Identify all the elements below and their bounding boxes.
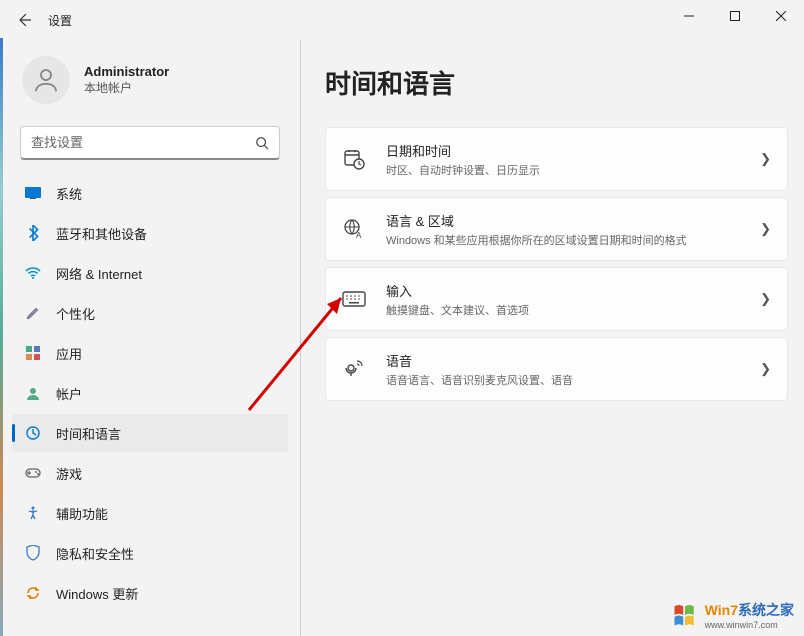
sidebar-item-personalization[interactable]: 个性化: [12, 294, 288, 332]
sidebar-item-accessibility[interactable]: 辅助功能: [12, 494, 288, 532]
sidebar-item-accounts[interactable]: 帐户: [12, 374, 288, 412]
update-icon: [24, 584, 42, 602]
sidebar-item-label: 个性化: [56, 304, 95, 323]
sidebar-item-label: 游戏: [56, 464, 82, 483]
sidebar-item-label: Windows 更新: [56, 584, 138, 603]
card-title: 语言 & 区域: [386, 211, 740, 230]
sidebar-item-apps[interactable]: 应用: [12, 334, 288, 372]
account-icon: [24, 384, 42, 402]
page-title: 时间和语言: [325, 64, 788, 101]
sidebar-item-label: 时间和语言: [56, 424, 121, 443]
microphone-icon: [342, 357, 366, 381]
sidebar-item-privacy[interactable]: 隐私和安全性: [12, 534, 288, 572]
sidebar-item-network[interactable]: 网络 & Internet: [12, 254, 288, 292]
card-title: 语音: [386, 351, 740, 370]
app-title: 设置: [48, 12, 72, 29]
brush-icon: [24, 304, 42, 322]
chevron-right-icon: ❯: [760, 361, 771, 377]
sidebar-item-label: 帐户: [56, 384, 82, 403]
accessibility-icon: [24, 504, 42, 522]
search-input[interactable]: [31, 135, 255, 150]
windows-logo-icon: [671, 601, 699, 629]
maximize-icon: [730, 11, 740, 21]
watermark-brand-suffix: 系统之家: [738, 602, 794, 618]
card-subtitle: Windows 和某些应用根据你所在的区域设置日期和时间的格式: [386, 232, 740, 248]
close-icon: [776, 11, 786, 21]
globe-language-icon: A: [342, 217, 366, 241]
chevron-right-icon: ❯: [760, 291, 771, 307]
user-name: Administrator: [84, 64, 169, 79]
minimize-icon: [684, 11, 694, 21]
user-block[interactable]: Administrator 本地帐户: [6, 40, 294, 120]
back-button[interactable]: [8, 4, 40, 36]
sidebar-item-label: 蓝牙和其他设备: [56, 224, 147, 243]
card-subtitle: 语音语言、语音识别麦克风设置、语音: [386, 372, 740, 388]
sidebar-item-label: 辅助功能: [56, 504, 108, 523]
display-icon: [24, 184, 42, 202]
card-subtitle: 触摸键盘、文本建议、首选项: [386, 302, 740, 318]
sidebar: Administrator 本地帐户 系统: [0, 40, 300, 636]
left-edge-strip: [0, 38, 3, 636]
chevron-right-icon: ❯: [760, 151, 771, 167]
chevron-right-icon: ❯: [760, 221, 771, 237]
search-box[interactable]: [20, 126, 280, 160]
watermark: Win7系统之家 www.winwin7.com: [671, 600, 794, 630]
card-subtitle: 时区、自动时钟设置、日历显示: [386, 162, 740, 178]
arrow-left-icon: [16, 12, 32, 28]
close-button[interactable]: [758, 0, 804, 32]
sidebar-item-time-language[interactable]: 时间和语言: [12, 414, 288, 452]
calendar-clock-icon: [342, 147, 366, 171]
search-icon: [255, 136, 269, 150]
sidebar-item-label: 应用: [56, 344, 82, 363]
gaming-icon: [24, 464, 42, 482]
bluetooth-icon: [24, 224, 42, 242]
nav-list: 系统 蓝牙和其他设备 网络 & Internet: [6, 174, 294, 612]
minimize-button[interactable]: [666, 0, 712, 32]
user-subtitle: 本地帐户: [84, 79, 169, 96]
sidebar-item-label: 隐私和安全性: [56, 544, 134, 563]
wifi-icon: [24, 264, 42, 282]
sidebar-item-bluetooth[interactable]: 蓝牙和其他设备: [12, 214, 288, 252]
shield-icon: [24, 544, 42, 562]
avatar: [22, 56, 70, 104]
card-language-region[interactable]: A 语言 & 区域 Windows 和某些应用根据你所在的区域设置日期和时间的格…: [325, 197, 788, 261]
settings-cards: 日期和时间 时区、自动时钟设置、日历显示 ❯ A 语言 & 区域 Windows…: [325, 127, 788, 401]
sidebar-item-gaming[interactable]: 游戏: [12, 454, 288, 492]
card-date-time[interactable]: 日期和时间 时区、自动时钟设置、日历显示 ❯: [325, 127, 788, 191]
sidebar-item-system[interactable]: 系统: [12, 174, 288, 212]
watermark-brand-prefix: Win7: [705, 602, 738, 618]
sidebar-item-label: 系统: [56, 184, 82, 203]
watermark-url: www.winwin7.com: [705, 620, 794, 630]
sidebar-item-windows-update[interactable]: Windows 更新: [12, 574, 288, 612]
main-content: 时间和语言 日期和时间 时区、自动时钟设置、日历显示 ❯ A: [300, 40, 804, 636]
person-icon: [31, 65, 61, 95]
card-title: 输入: [386, 281, 740, 300]
titlebar: 设置: [0, 0, 804, 40]
card-title: 日期和时间: [386, 141, 740, 160]
card-speech[interactable]: 语音 语音语言、语音识别麦克风设置、语音 ❯: [325, 337, 788, 401]
card-input[interactable]: 输入 触摸键盘、文本建议、首选项 ❯: [325, 267, 788, 331]
apps-icon: [24, 344, 42, 362]
maximize-button[interactable]: [712, 0, 758, 32]
settings-window: 设置 Administrator: [0, 0, 804, 636]
time-language-icon: [24, 424, 42, 442]
svg-text:A: A: [356, 231, 362, 240]
keyboard-icon: [342, 287, 366, 311]
sidebar-item-label: 网络 & Internet: [56, 264, 142, 283]
